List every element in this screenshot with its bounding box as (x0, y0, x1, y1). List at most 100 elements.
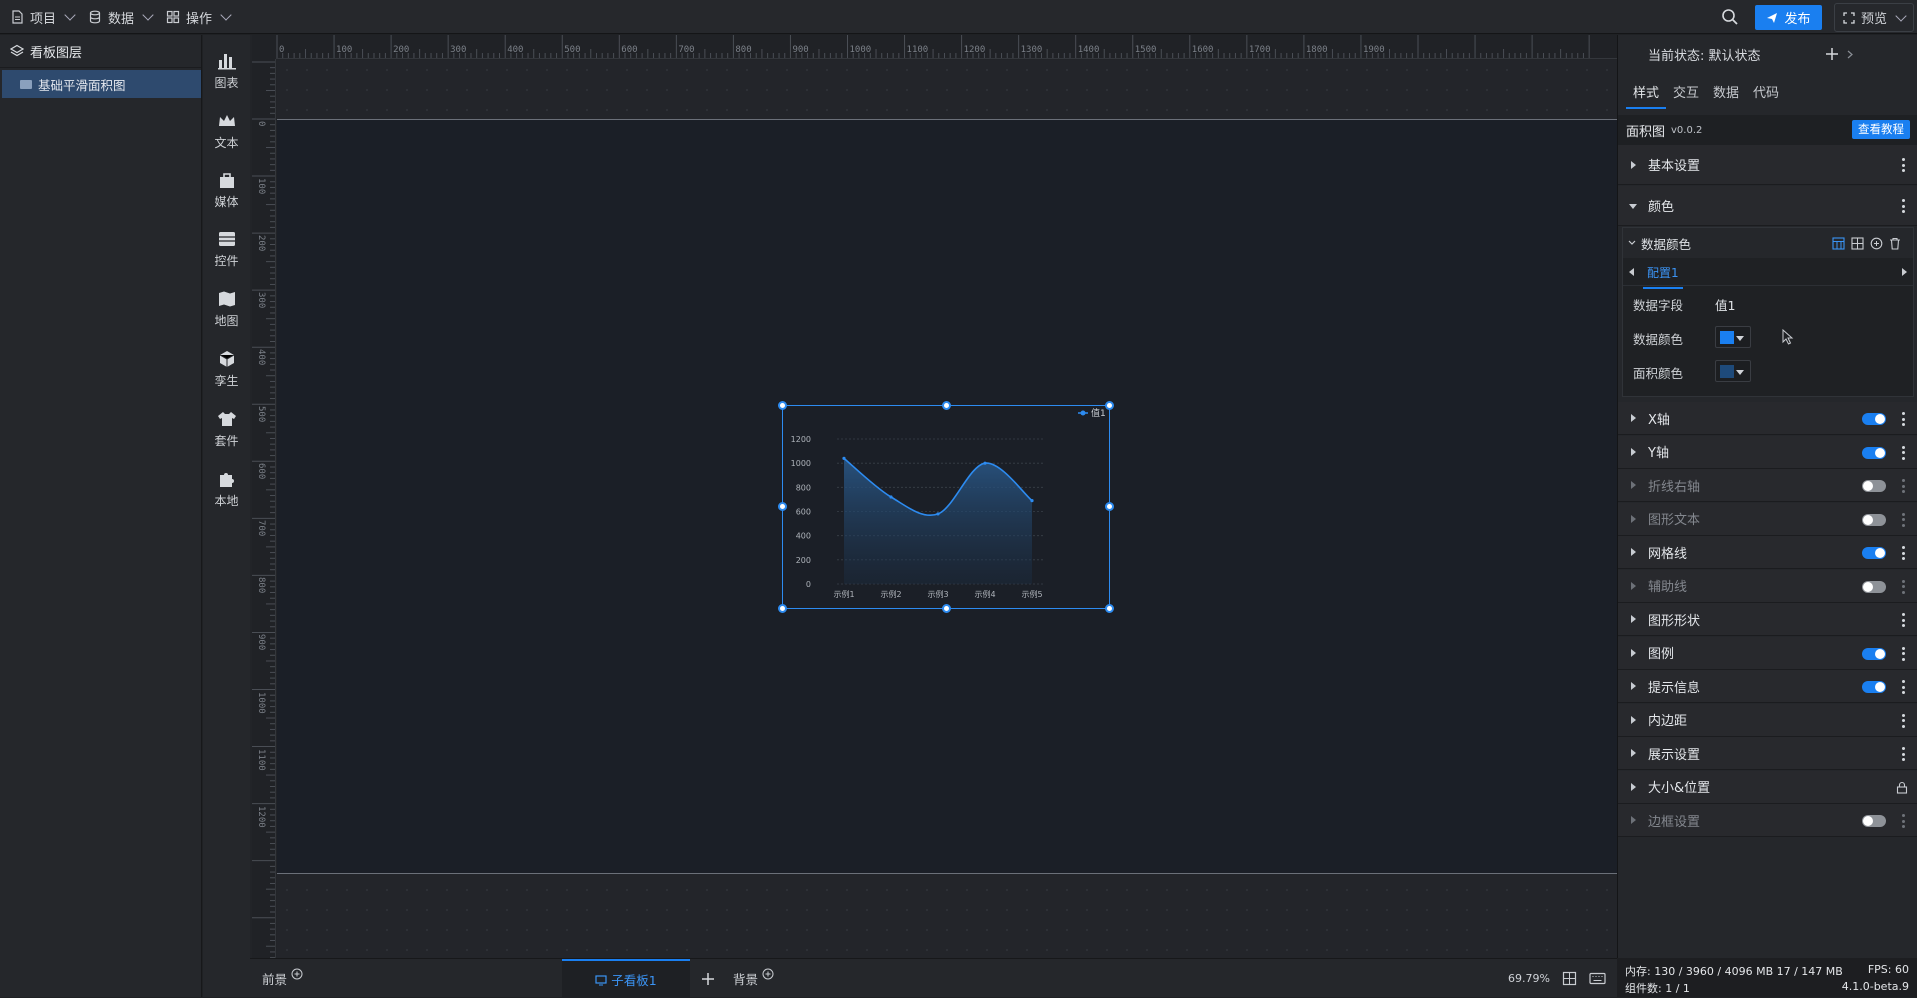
add-state-icon[interactable] (1825, 47, 1839, 61)
expand-icon (1631, 447, 1636, 456)
more-icon[interactable] (1902, 546, 1905, 560)
expand-icon (1631, 715, 1636, 724)
zoom-level[interactable]: 69.79% (1508, 972, 1550, 985)
section-legend[interactable]: 图例 (1618, 636, 1917, 670)
section-line-right-axis[interactable]: 折线右轴 (1618, 469, 1917, 502)
tab-foreground[interactable]: 前景 (262, 959, 303, 998)
fit-screen-icon[interactable] (1562, 971, 1577, 986)
field-value[interactable]: 值1 (1715, 295, 1735, 314)
tool-local[interactable]: 本地 (203, 463, 250, 515)
expand-icon (1631, 548, 1636, 556)
section-shape-form[interactable]: 图形形状 (1618, 603, 1917, 636)
more-icon[interactable] (1902, 445, 1905, 460)
tab-interaction[interactable]: 交互 (1666, 79, 1706, 109)
layer-item[interactable]: 基础平滑面积图 (2, 70, 201, 98)
section-guide-lines[interactable]: 辅助线 (1618, 569, 1917, 603)
section-toggle[interactable] (1862, 446, 1886, 459)
section-grid-lines[interactable]: 网格线 (1618, 536, 1917, 569)
section-padding[interactable]: 内边距 (1618, 703, 1917, 737)
caret-left-icon[interactable] (1629, 268, 1635, 276)
section-x-axis[interactable]: X轴 (1618, 402, 1917, 435)
section-toggle[interactable] (1862, 547, 1886, 559)
section-toggle[interactable] (1862, 647, 1886, 660)
section-y-axis[interactable]: Y轴 (1618, 435, 1917, 469)
section-tooltip[interactable]: 提示信息 (1618, 670, 1917, 703)
tab-code[interactable]: 代码 (1746, 79, 1786, 109)
trash-icon[interactable] (1889, 237, 1901, 250)
add-circle-icon[interactable] (1870, 237, 1883, 250)
resize-handle-e[interactable] (1105, 502, 1114, 511)
layout-icon[interactable] (1851, 237, 1864, 250)
menu-project[interactable]: 项目 (10, 0, 76, 34)
section-basic-settings[interactable]: 基本设置 (1618, 145, 1917, 185)
section-toggle[interactable] (1862, 413, 1886, 425)
preview-button[interactable]: 预览 (1834, 3, 1914, 32)
more-icon[interactable] (1902, 646, 1905, 661)
tool-control[interactable]: 控件 (203, 223, 250, 275)
resize-handle-ne[interactable] (1105, 401, 1114, 410)
section-toggle[interactable] (1862, 815, 1886, 827)
area-color-picker[interactable] (1715, 360, 1751, 382)
tab-style[interactable]: 样式 (1626, 79, 1666, 109)
more-icon[interactable] (1902, 479, 1905, 493)
puzzle-icon (219, 473, 234, 487)
section-shape-text[interactable]: 图形文本 (1618, 502, 1917, 536)
keyboard-icon[interactable] (1589, 972, 1606, 985)
config-tab-1[interactable]: 配置1 (1643, 264, 1683, 289)
search-icon[interactable] (1721, 8, 1739, 26)
resize-handle-w[interactable] (778, 502, 787, 511)
resize-handle-se[interactable] (1105, 604, 1114, 613)
lock-icon[interactable] (1896, 781, 1908, 794)
add-circle-icon[interactable] (762, 968, 774, 980)
caret-right-icon[interactable] (1901, 268, 1907, 276)
more-icon[interactable] (1902, 613, 1905, 627)
more-icon[interactable] (1902, 512, 1905, 527)
more-icon[interactable] (1902, 814, 1905, 828)
section-toggle[interactable] (1862, 513, 1886, 526)
more-icon[interactable] (1902, 680, 1905, 694)
tool-chart[interactable]: 图表 (203, 45, 250, 97)
section-color[interactable]: 颜色 (1618, 186, 1917, 226)
tab-data[interactable]: 数据 (1706, 79, 1746, 109)
current-state[interactable]: 当前状态: 默认状态 (1618, 35, 1917, 73)
selection-box[interactable] (778, 401, 1114, 613)
more-icon[interactable] (1902, 199, 1905, 213)
ruler-top-label: 1800 (1305, 45, 1328, 55)
expand-icon (1631, 816, 1636, 824)
tool-twin[interactable]: 孪生 (203, 343, 250, 395)
section-display-settings[interactable]: 展示设置 (1618, 737, 1917, 770)
section-size-position[interactable]: 大小&位置 (1618, 770, 1917, 804)
tab-sub-board[interactable]: 子看板1 (562, 959, 690, 998)
menu-data[interactable]: 数据 (88, 0, 154, 34)
data-color-swatch (1720, 331, 1734, 344)
add-tab-icon[interactable] (701, 972, 715, 986)
view-tutorial-button[interactable]: 查看教程 (1852, 120, 1910, 139)
more-icon[interactable] (1902, 747, 1905, 761)
section-toggle[interactable] (1862, 681, 1886, 693)
resize-handle-sw[interactable] (778, 604, 787, 613)
tab-background[interactable]: 背景 (733, 959, 774, 998)
more-icon[interactable] (1902, 158, 1905, 172)
data-color-header[interactable]: 数据颜色 (1623, 228, 1913, 258)
section-toggle[interactable] (1862, 480, 1886, 492)
chevron-right-icon[interactable] (1846, 50, 1854, 59)
tool-media[interactable]: 媒体 (203, 164, 250, 216)
resize-handle-s[interactable] (942, 604, 951, 613)
tool-text[interactable]: 文本 (203, 105, 250, 157)
resize-handle-nw[interactable] (778, 401, 787, 410)
data-color-picker[interactable] (1715, 326, 1751, 348)
tool-kit[interactable]: 套件 (203, 403, 250, 455)
more-icon[interactable] (1902, 713, 1905, 728)
add-circle-icon[interactable] (291, 968, 303, 980)
resize-handle-n[interactable] (942, 401, 951, 410)
table-layout-icon[interactable] (1832, 237, 1845, 250)
tool-map[interactable]: 地图 (203, 283, 250, 335)
more-icon[interactable] (1902, 579, 1905, 594)
ruler-left-label: 0 (256, 121, 266, 127)
tool-control-label: 控件 (214, 254, 239, 268)
publish-button[interactable]: 发布 (1755, 5, 1822, 30)
menu-operation[interactable]: 操作 (166, 0, 232, 34)
more-icon[interactable] (1902, 412, 1905, 426)
section-border-settings[interactable]: 边框设置 (1618, 804, 1917, 837)
section-toggle[interactable] (1862, 580, 1886, 593)
